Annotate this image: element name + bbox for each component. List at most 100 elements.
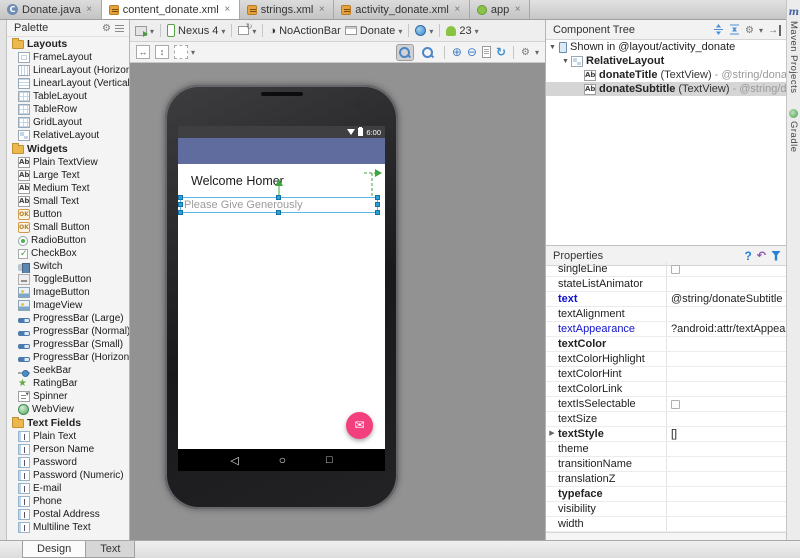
palette-item[interactable]: Password (Numeric) xyxy=(7,469,129,482)
palette-item[interactable]: Medium Text xyxy=(7,182,129,195)
zoom-in-icon[interactable] xyxy=(452,45,462,59)
palette-item[interactable]: FrameLayout xyxy=(7,51,129,64)
property-row[interactable]: theme xyxy=(546,442,786,457)
palette-item[interactable]: LinearLayout (Vertical) xyxy=(7,77,129,90)
editor-tab[interactable]: app xyxy=(470,0,530,19)
property-value[interactable]: @string/donateSubtitle xyxy=(666,292,786,306)
palette-item[interactable]: GridLayout xyxy=(7,116,129,129)
close-icon[interactable] xyxy=(513,5,522,15)
match-width-icon[interactable] xyxy=(136,45,150,59)
selection-handle[interactable] xyxy=(178,210,183,215)
property-value[interactable] xyxy=(666,412,786,426)
preview-xml-icon[interactable] xyxy=(482,46,491,58)
collapse-all-icon[interactable] xyxy=(729,24,740,35)
expand-arrow-icon[interactable] xyxy=(561,58,570,65)
property-row[interactable]: textColorHint xyxy=(546,367,786,382)
api-level-selector[interactable]: 23 xyxy=(446,25,478,37)
theme-selector[interactable]: NoActionBar xyxy=(269,25,340,37)
palette-section-header[interactable]: Layouts xyxy=(7,37,129,51)
property-row[interactable]: textColorHighlight xyxy=(546,352,786,367)
palette-item[interactable]: RatingBar xyxy=(7,377,129,390)
palette-item[interactable]: Switch xyxy=(7,260,129,273)
property-row[interactable]: text @string/donateSubtitle xyxy=(546,292,786,307)
property-value[interactable] xyxy=(666,307,786,321)
refresh-icon[interactable] xyxy=(496,45,506,59)
selection-handle[interactable] xyxy=(375,210,380,215)
property-row[interactable]: visibility xyxy=(546,502,786,517)
orientation-selector[interactable] xyxy=(238,25,256,37)
property-row[interactable]: textAlignment xyxy=(546,307,786,322)
property-value[interactable] xyxy=(666,397,786,411)
property-row[interactable]: textColorLink xyxy=(546,382,786,397)
checkbox[interactable] xyxy=(671,400,680,409)
gear-icon[interactable] xyxy=(521,46,530,58)
palette-item[interactable]: ProgressBar (Horizontal) xyxy=(7,351,129,364)
palette-item[interactable]: Spinner xyxy=(7,390,129,403)
locale-selector[interactable] xyxy=(415,25,433,37)
tool-window-button[interactable]: Gradle xyxy=(788,109,799,153)
palette-item[interactable]: Large Text xyxy=(7,169,129,182)
palette-item[interactable]: ProgressBar (Normal) xyxy=(7,325,129,338)
palette-item[interactable]: Plain Text xyxy=(7,430,129,443)
variant-selector[interactable] xyxy=(174,45,195,59)
palette-item[interactable]: WebView xyxy=(7,403,129,416)
property-value[interactable] xyxy=(666,262,786,276)
palette-item[interactable]: RadioButton xyxy=(7,234,129,247)
property-row[interactable]: translationZ xyxy=(546,472,786,487)
subtitle-textview-selected[interactable]: Please Give Generously xyxy=(180,197,378,213)
close-icon[interactable] xyxy=(317,5,326,15)
property-row[interactable]: textSize xyxy=(546,412,786,427)
palette-item[interactable]: SeekBar xyxy=(7,364,129,377)
zoom-actual-button[interactable] xyxy=(419,44,437,61)
checkbox[interactable] xyxy=(671,265,680,274)
property-value[interactable] xyxy=(666,352,786,366)
property-value[interactable] xyxy=(666,502,786,516)
title-textview[interactable]: Welcome Homer xyxy=(191,174,284,188)
tool-window-button[interactable]: Maven Projects xyxy=(788,8,799,93)
hide-panel-icon[interactable] xyxy=(768,24,781,36)
filter-icon[interactable] xyxy=(771,251,781,261)
palette-item[interactable]: LinearLayout (Horizontal) xyxy=(7,64,129,77)
restore-default-icon[interactable] xyxy=(757,249,766,262)
property-value[interactable] xyxy=(666,472,786,486)
palette-item[interactable]: ProgressBar (Large) xyxy=(7,312,129,325)
editor-tab[interactable]: strings.xml xyxy=(240,0,335,19)
component-tree-row[interactable]: RelativeLayout xyxy=(546,54,786,68)
property-value[interactable] xyxy=(666,277,786,291)
palette-item[interactable]: Small Text xyxy=(7,195,129,208)
property-value[interactable] xyxy=(666,487,786,501)
palette-section-header[interactable]: Text Fields xyxy=(7,416,129,430)
property-value[interactable] xyxy=(666,382,786,396)
configuration-button[interactable] xyxy=(135,25,154,37)
palette-item[interactable]: Postal Address xyxy=(7,508,129,521)
zoom-fit-button[interactable] xyxy=(396,44,414,61)
editor-tab[interactable]: activity_donate.xml xyxy=(334,0,470,19)
fab-button[interactable] xyxy=(346,412,373,439)
selection-handle[interactable] xyxy=(178,195,183,200)
palette-section-header[interactable]: Widgets xyxy=(7,142,129,156)
palette-item[interactable]: Multiline Text xyxy=(7,521,129,534)
selection-handle[interactable] xyxy=(178,202,183,207)
match-height-icon[interactable] xyxy=(155,45,169,59)
editor-tab[interactable]: Donate.java xyxy=(0,0,102,19)
close-icon[interactable] xyxy=(223,5,232,15)
property-row[interactable]: stateListAnimator xyxy=(546,277,786,292)
component-tree-row[interactable]: Shown in @layout/activity_donate xyxy=(546,40,786,54)
expand-arrow-icon[interactable] xyxy=(548,44,557,51)
close-icon[interactable] xyxy=(453,5,462,15)
property-row[interactable]: textIsSelectable xyxy=(546,397,786,412)
help-icon[interactable] xyxy=(744,249,751,263)
selection-handle[interactable] xyxy=(375,195,380,200)
selection-handle[interactable] xyxy=(276,195,281,200)
palette-item[interactable]: Person Name xyxy=(7,443,129,456)
gear-icon[interactable] xyxy=(102,22,111,34)
property-row[interactable]: singleLine xyxy=(546,262,786,277)
palette-item[interactable]: Plain TextView xyxy=(7,156,129,169)
editor-tab[interactable]: content_donate.xml xyxy=(102,0,240,19)
close-icon[interactable] xyxy=(85,5,94,15)
property-value[interactable] xyxy=(666,367,786,381)
component-tree-row[interactable]: donateTitle (TextView) - @string/donateT… xyxy=(546,68,786,82)
selection-handle[interactable] xyxy=(276,210,281,215)
device-selector[interactable]: Nexus 4 xyxy=(167,24,225,37)
property-row[interactable]: textStyle [] xyxy=(546,427,786,442)
